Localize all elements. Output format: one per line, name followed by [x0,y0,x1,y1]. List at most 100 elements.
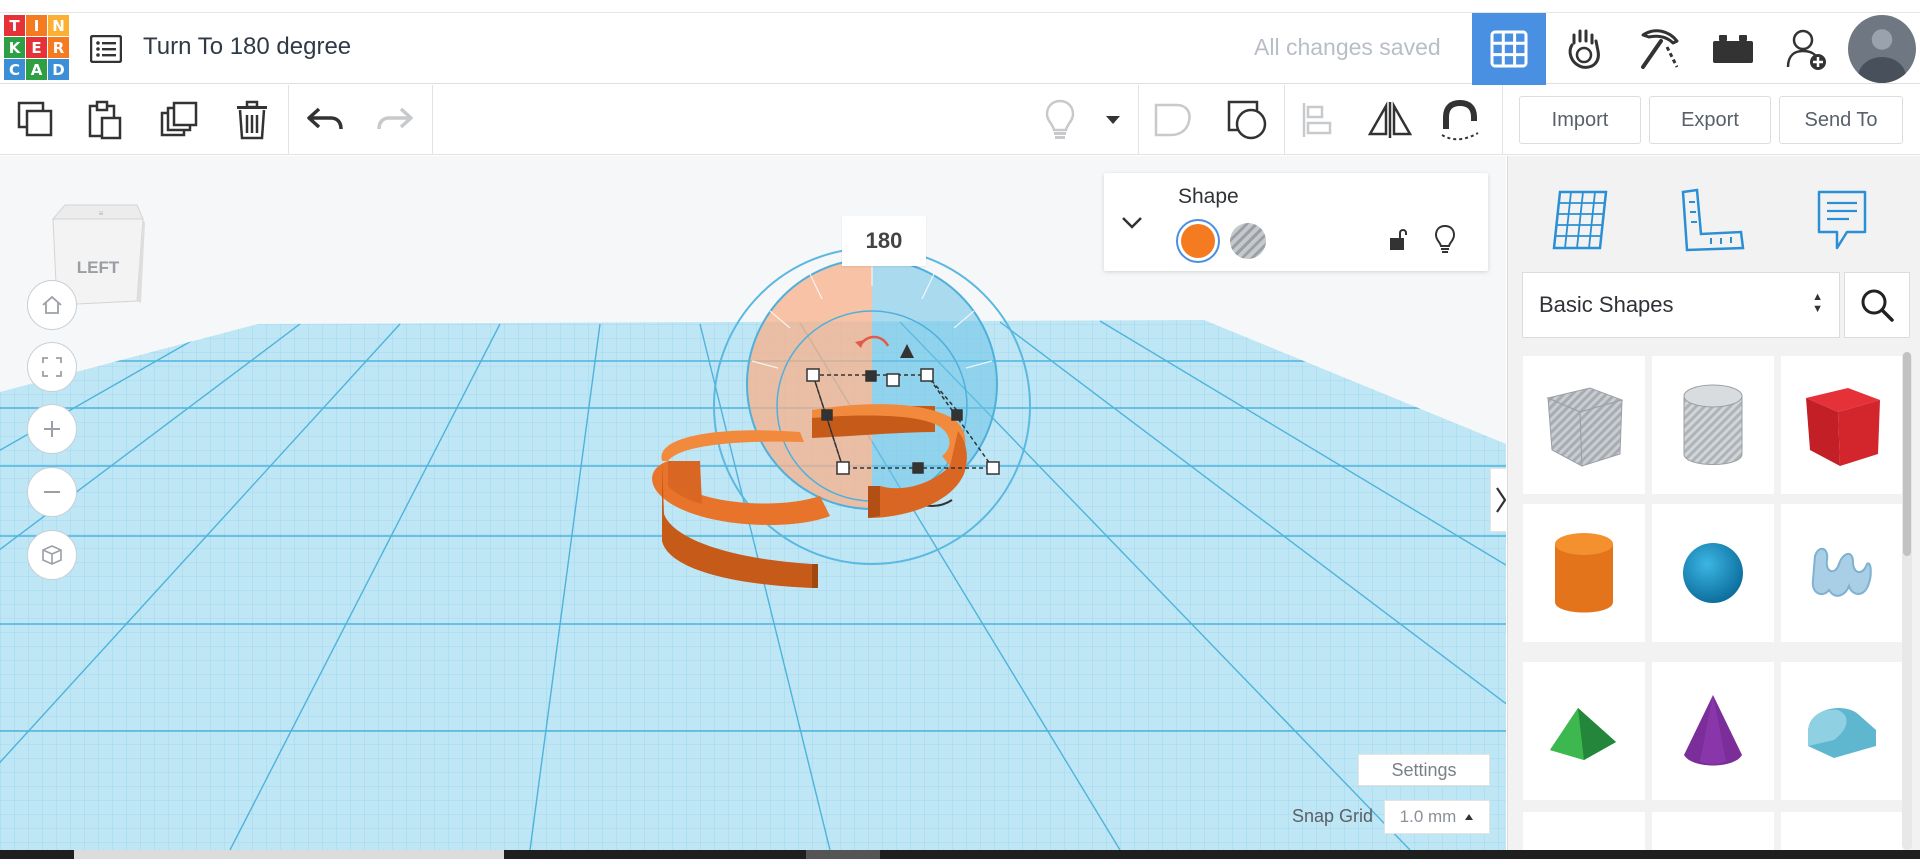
round-roof-icon [1808,708,1876,758]
send-to-button[interactable]: Send To [1779,96,1903,144]
logo-letter: E [26,37,47,58]
shape-library-select[interactable]: Basic Shapes ▲ ▼ [1522,272,1840,338]
orthographic-view-button[interactable] [27,530,77,580]
top-bar: T I N K E R C A D Turn To 180 degree All… [0,12,1920,85]
shape-tile-cone[interactable] [1652,662,1774,800]
workplane-viewport[interactable]: LEFT ≡ Shape [0,156,1506,850]
fit-view-button[interactable] [27,342,77,392]
duplicate-button[interactable] [156,97,204,143]
workplane-tool-button[interactable] [1538,178,1622,262]
solid-color-swatch[interactable] [1176,219,1220,263]
lego-brick-icon [1713,35,1753,63]
shape-tile-round-roof[interactable] [1781,662,1903,800]
user-avatar[interactable] [1848,15,1916,83]
show-all-button[interactable] [1036,97,1084,143]
shape-inspector: Shape [1104,173,1488,271]
ungroup-icon [1227,100,1267,140]
copy-icon [17,101,53,137]
group-icon [1154,103,1191,137]
shape-tile-sphere[interactable] [1652,504,1774,642]
group-button[interactable] [1149,97,1197,143]
lightbulb-icon [1045,99,1075,139]
scribble-icon [1811,547,1872,597]
shape-tile-partial[interactable] [1781,812,1903,850]
settings-button[interactable]: Settings [1358,754,1490,786]
list-icon [90,35,122,63]
toolbar-divider [1284,85,1285,155]
lego-bricks-button[interactable] [1696,13,1770,85]
note-icon [1817,190,1867,250]
chevron-down-icon [1122,217,1142,229]
ungroup-button[interactable] [1224,97,1272,143]
export-button[interactable]: Export [1649,96,1771,144]
shape-tile-box[interactable] [1781,356,1903,494]
align-icon [1302,103,1332,137]
svg-text:≡: ≡ [99,209,104,218]
design-list-button[interactable] [84,27,128,71]
paste-button[interactable] [82,97,130,143]
mirror-button[interactable] [1366,97,1414,143]
logo-letter: R [48,37,69,58]
toolbar-divider [432,85,433,155]
shapes-panel: Basic Shapes ▲ ▼ [1507,156,1920,850]
copy-button[interactable] [12,97,60,143]
shape-tile-partial[interactable] [1523,812,1645,850]
save-status: All changes saved [1254,34,1441,60]
taskbar-item[interactable] [74,850,504,859]
shape-search-button[interactable] [1844,272,1910,338]
logo-letter: K [4,37,25,58]
show-all-dropdown[interactable] [1090,97,1136,143]
collapse-inspector-button[interactable] [1118,209,1146,237]
view-cube-face: LEFT [77,258,120,277]
invite-user-button[interactable] [1770,13,1844,85]
snap-grid-label: Snap Grid [1292,806,1374,826]
align-button[interactable] [1294,97,1342,143]
minecraft-button[interactable] [1622,13,1696,85]
delete-button[interactable] [228,97,276,143]
home-icon [42,295,62,314]
import-button[interactable]: Import [1519,96,1641,144]
shape-tile-scribble[interactable] [1781,504,1903,642]
edit-toolbar: Import Export Send To [0,85,1920,155]
design-title[interactable]: Turn To 180 degree [143,33,351,61]
cube-outline-icon [42,545,62,565]
caret-up-icon [1465,814,1474,820]
minus-icon [44,491,60,493]
shape-tile-partial[interactable] [1652,812,1774,850]
shape-tile-cylinder-hole[interactable] [1652,356,1774,494]
shape-tile-box-hole[interactable] [1523,356,1645,494]
inspector-title: Shape [1178,185,1239,208]
notes-tool-button[interactable] [1800,178,1884,262]
shape-tile-roof[interactable] [1523,662,1645,800]
hide-button[interactable] [1430,221,1460,257]
ruler-icon [1681,188,1745,252]
zoom-in-button[interactable] [27,404,77,454]
hole-swatch[interactable] [1230,223,1266,259]
lock-button[interactable] [1384,223,1414,257]
tinkercad-logo[interactable]: T I N K E R C A D [4,15,69,81]
codeblocks-button[interactable] [1548,13,1622,85]
home-view-button[interactable] [27,280,77,330]
undo-icon [307,107,343,130]
tinkercad-app: T I N K E R C A D Turn To 180 degree All… [0,0,1920,859]
redo-button[interactable] [371,97,419,143]
ruler-tool-button[interactable] [1670,178,1754,262]
add-user-icon [1786,29,1826,70]
shapes-scrollbar[interactable] [1902,352,1912,850]
caret-down-icon [1106,116,1120,124]
workplane-icon [1552,190,1608,250]
rotation-angle-input[interactable] [842,216,926,266]
shape-tile-cylinder[interactable] [1523,504,1645,642]
cruise-button[interactable] [1436,97,1484,143]
3d-design-button[interactable] [1472,13,1546,85]
zoom-out-button[interactable] [27,467,77,517]
snap-grid-select[interactable]: 1.0 mm [1384,800,1490,834]
taskbar-item[interactable] [806,850,880,859]
undo-button[interactable] [301,97,349,143]
panel-toggle-button[interactable] [1490,468,1506,532]
lightbulb-icon [1434,224,1456,253]
box-hole-icon [1546,387,1624,467]
unlock-icon [1390,229,1407,250]
scrollbar-thumb[interactable] [1903,352,1911,556]
taskbar [0,850,1920,859]
